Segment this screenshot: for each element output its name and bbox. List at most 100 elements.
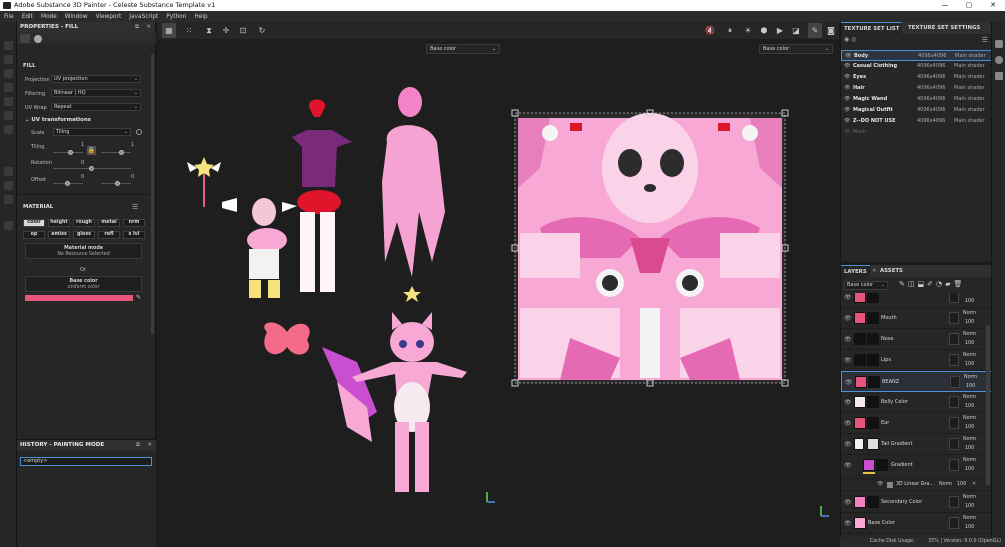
layer-channel-dropdown[interactable]: Base color ⌄ xyxy=(844,281,888,290)
baking-tool-icon[interactable] xyxy=(4,181,13,190)
3d-view[interactable] xyxy=(157,62,497,512)
viewport[interactable]: ▦ ⁙ ⧗ ✛ ⊡ ↻ 🔇 ⏸ ☀ ⬢ ▶ ◪ ✎ ◙ Base color ⌄ … xyxy=(157,22,839,547)
camera-icon[interactable]: ▶ xyxy=(773,23,787,38)
eye-icon[interactable]: 👁 xyxy=(844,357,852,364)
layer-opacity[interactable]: 100 xyxy=(965,320,974,325)
paint-mode-icon[interactable]: ✎ xyxy=(808,23,822,38)
frame-icon[interactable]: ⊡ xyxy=(236,23,250,38)
screenshot-icon[interactable]: ◙ xyxy=(824,23,838,38)
add-folder-icon[interactable]: ▰ xyxy=(945,280,953,288)
layer-row[interactable]: 👁 Lips Norm 100 xyxy=(841,350,992,371)
layer-row[interactable]: 👁 100 xyxy=(841,293,992,308)
add-paint-icon[interactable]: ✐ xyxy=(927,280,936,288)
eye-icon[interactable]: 👁 xyxy=(844,399,852,406)
texture-set-shader[interactable]: Main shader xyxy=(954,94,985,105)
effect-row[interactable]: 👁 3D Linear Gra... Norm 100 ✕ xyxy=(841,479,992,491)
texture-set-row[interactable]: 👁 Z--DO NOT USE 4096x4096 Main shader xyxy=(841,116,992,127)
offset-slider-2-knob[interactable] xyxy=(115,181,120,186)
eye-icon[interactable]: 👁 xyxy=(844,127,850,138)
eyedropper-icon[interactable]: ✎ xyxy=(136,294,141,301)
material-mode-button[interactable]: Material mode No Resource Selected xyxy=(25,243,142,259)
eye-toggle-icon[interactable]: ◉ ◎ xyxy=(844,36,856,43)
pause-icon[interactable]: ⏸ xyxy=(723,23,737,38)
filtering-dropdown[interactable]: Bilinear | HQ ⌄ xyxy=(51,89,141,97)
eye-icon[interactable]: 👁 xyxy=(844,420,852,427)
layer-row[interactable]: 👁 Gradient Norm 100 xyxy=(841,455,992,479)
eye-icon[interactable]: 👁 xyxy=(844,499,852,506)
dock-icon[interactable]: ⧉ xyxy=(136,440,140,451)
delete-icon[interactable]: 🗑 xyxy=(954,280,966,288)
clone-tool-icon[interactable] xyxy=(4,111,13,120)
eye-icon[interactable]: 👁 xyxy=(844,116,850,127)
uv-transform-title[interactable]: ⌄ UV transformations xyxy=(25,117,91,123)
layer-opacity[interactable]: 100 xyxy=(965,362,974,367)
scale-dropdown[interactable]: Tiling ⌄ xyxy=(53,128,131,136)
symmetry-icon[interactable]: ⧗ xyxy=(202,23,216,38)
layer-opacity[interactable]: 100 xyxy=(965,299,974,304)
channel-rough[interactable]: rough xyxy=(73,219,95,227)
eye-icon[interactable]: 👁 xyxy=(844,520,852,527)
eye-icon[interactable]: 👁 xyxy=(844,105,850,116)
layer-blend[interactable]: Norm xyxy=(963,495,976,500)
texture-set-row[interactable]: 👁 Magic Wand 4096x4096 Main shader xyxy=(841,94,992,105)
close-icon[interactable]: ✕ xyxy=(147,440,152,451)
channel-metal[interactable]: metal xyxy=(98,219,120,227)
eye-icon[interactable]: 👁 xyxy=(845,379,853,386)
menu-icon[interactable]: ☰ xyxy=(132,203,138,211)
channel-nrm[interactable]: nrm xyxy=(123,219,145,227)
layer-blend[interactable]: Norm xyxy=(964,375,977,380)
render-icon[interactable]: ◪ xyxy=(789,23,803,38)
eye-icon[interactable]: 👁 xyxy=(844,441,852,448)
properties-scrollbar[interactable] xyxy=(151,54,154,334)
effect-blend[interactable]: Norm xyxy=(939,482,952,487)
move-icon[interactable]: ✛ xyxy=(219,23,233,38)
layer-opacity[interactable]: 100 xyxy=(965,404,974,409)
layers-scrollbar[interactable] xyxy=(986,325,990,485)
texture-set-row[interactable]: 👁 Mesh xyxy=(841,127,992,138)
channel-op[interactable]: op xyxy=(23,231,45,239)
layer-blend[interactable]: Norm xyxy=(963,395,976,400)
channel-refl[interactable]: refl xyxy=(98,231,120,239)
channel-height[interactable]: height xyxy=(48,219,70,227)
close-icon[interactable]: ✕ xyxy=(972,481,976,487)
eye-icon[interactable]: 👁 xyxy=(844,294,852,301)
history-entry[interactable]: <empty> xyxy=(20,457,152,466)
close-window-button[interactable]: ✕ xyxy=(981,0,1005,11)
color-picker-tool-icon[interactable] xyxy=(4,125,13,134)
texture-set-shader[interactable]: Main shader xyxy=(954,105,985,116)
channel-emiss[interactable]: emiss xyxy=(48,231,70,239)
tiling-slider-1-knob[interactable] xyxy=(68,150,73,155)
texture-set-shader[interactable]: Main shader xyxy=(954,83,985,94)
layer-opacity[interactable]: 100 xyxy=(966,384,975,389)
channel-slvl[interactable]: s lvl xyxy=(123,231,145,239)
projection-tool-icon[interactable] xyxy=(4,69,13,78)
layer-opacity[interactable]: 100 xyxy=(965,341,974,346)
layer-row[interactable]: 👁 Belly Color Norm 100 xyxy=(841,392,992,413)
layer-opacity[interactable]: 100 xyxy=(965,504,974,509)
rotation-slider-knob[interactable] xyxy=(89,166,94,171)
layer-blend[interactable]: Norm xyxy=(963,458,976,463)
add-layer-icon[interactable]: ◔ xyxy=(936,280,945,288)
layer-opacity[interactable]: 100 xyxy=(965,446,974,451)
layer-tool-icon[interactable] xyxy=(4,167,13,176)
eye-icon[interactable]: 👁 xyxy=(844,83,850,94)
layer-blend[interactable]: Norm xyxy=(963,353,976,358)
left-channel-dropdown[interactable]: Base color ⌄ xyxy=(426,44,500,54)
texture-set-dock-icon[interactable] xyxy=(995,40,1003,48)
layer-row[interactable]: 👁 Tail Gradient Norm 100 xyxy=(841,434,992,455)
eye-icon[interactable]: 👁 xyxy=(844,94,850,105)
eraser-tool-icon[interactable] xyxy=(4,55,13,64)
offset-slider-1-knob[interactable] xyxy=(65,181,70,186)
grid-layout-icon[interactable]: ▦ xyxy=(162,23,176,38)
eye-icon[interactable]: 👁 xyxy=(844,72,850,83)
layer-row[interactable]: 👁 Secondary Color Norm 100 xyxy=(841,492,992,513)
add-mask-icon[interactable]: ◫ xyxy=(908,280,918,288)
channel-color[interactable]: color xyxy=(23,219,45,227)
texture-set-row[interactable]: 👁 Body 4096x4096 Main shader xyxy=(841,50,992,61)
texture-set-shader[interactable]: Main shader xyxy=(954,72,985,83)
layer-blend[interactable]: Norm xyxy=(963,437,976,442)
cube-icon[interactable]: ⬢ xyxy=(757,23,771,38)
tab-texture-set-list[interactable]: TEXTURE SET LIST xyxy=(841,22,903,34)
layer-opacity[interactable]: 100 xyxy=(965,425,974,430)
light-icon[interactable]: ☀ xyxy=(741,23,755,38)
